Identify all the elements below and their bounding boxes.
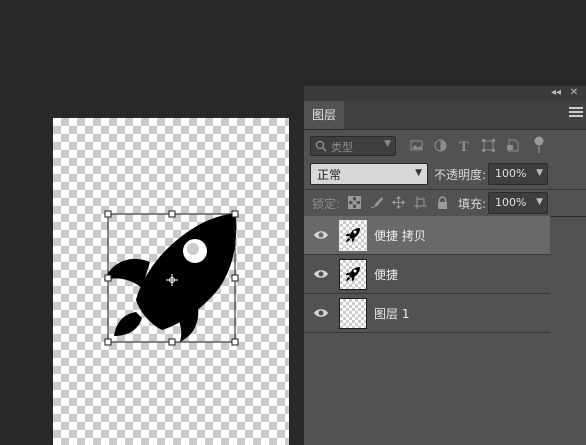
layer-row-bianjie[interactable]: 便捷 xyxy=(304,255,550,294)
type-filter-icon[interactable]: T xyxy=(458,139,471,152)
rocket-icon xyxy=(346,228,360,242)
layer-row-layer-1[interactable]: 图层 1 xyxy=(304,294,550,333)
panel-scroll-area[interactable] xyxy=(550,217,586,445)
lock-artboard-icon[interactable] xyxy=(414,196,427,209)
svg-text:T: T xyxy=(459,140,469,152)
fill-input[interactable]: 100% ▼ xyxy=(488,192,548,214)
rocket-left-fin-shape xyxy=(104,258,150,288)
lock-fill-row: 锁定: 填充: 100% ▼ xyxy=(304,191,586,215)
tab-layers[interactable]: 图层 xyxy=(304,101,344,129)
opacity-value: 100% xyxy=(495,167,527,180)
filter-kind-label: 类型 xyxy=(331,141,353,154)
lock-position-icon[interactable] xyxy=(392,196,405,209)
blend-opacity-row: 正常 ▼ 不透明度: 100% ▼ xyxy=(304,162,586,186)
rocket-flame-shape xyxy=(114,312,142,336)
panel-tab-bar: 图层 xyxy=(304,101,586,130)
layer-name[interactable]: 便捷 xyxy=(374,266,398,283)
search-icon xyxy=(315,140,327,152)
layer-thumbnail xyxy=(339,298,367,329)
rocket-icon xyxy=(346,267,360,281)
layers-list: 便捷 拷贝 便捷 图层 1 xyxy=(304,216,550,333)
opacity-label: 不透明度: xyxy=(434,168,487,182)
visibility-eye-icon[interactable] xyxy=(313,267,329,281)
visibility-eye-icon[interactable] xyxy=(313,228,329,242)
layer-thumbnail xyxy=(339,220,367,251)
lock-transparent-pixels-icon[interactable] xyxy=(348,196,361,209)
filter-kind-select[interactable]: 类型 ▼ xyxy=(310,136,396,156)
divider xyxy=(304,189,586,190)
close-panel-icon[interactable]: ✕ xyxy=(567,87,581,99)
smart-object-filter-icon[interactable] xyxy=(506,139,519,152)
visibility-eye-icon[interactable] xyxy=(313,306,329,320)
adjustment-filter-icon[interactable] xyxy=(434,139,447,152)
chevron-down-icon: ▼ xyxy=(415,168,422,178)
layer-name[interactable]: 便捷 拷贝 xyxy=(374,227,426,244)
layer-name[interactable]: 图层 1 xyxy=(374,305,409,322)
collapse-panel-icon[interactable]: ◂◂ xyxy=(549,87,563,99)
layer-row-bianjie-copy[interactable]: 便捷 拷贝 xyxy=(304,216,550,255)
filter-toggle-icon[interactable] xyxy=(534,136,544,154)
fill-value: 100% xyxy=(495,196,527,209)
chevron-down-icon: ▼ xyxy=(536,197,543,207)
lock-label: 锁定: xyxy=(312,197,341,211)
blend-mode-select[interactable]: 正常 ▼ xyxy=(310,163,428,185)
shape-filter-icon[interactable] xyxy=(482,139,495,152)
image-filter-icon[interactable] xyxy=(410,139,423,152)
layers-panel: ◂◂ ✕ 图层 类型 ▼ T 正常 ▼ 不透明度: 100% ▼ 锁定: 填充:… xyxy=(303,86,586,445)
panel-menu-icon[interactable] xyxy=(569,107,583,121)
lock-image-pixels-icon[interactable] xyxy=(370,196,383,209)
layer-thumbnail xyxy=(339,259,367,290)
blend-mode-value: 正常 xyxy=(317,168,342,182)
chevron-down-icon: ▼ xyxy=(536,168,543,178)
panel-title-bar: ◂◂ ✕ xyxy=(304,86,586,101)
lock-all-icon[interactable] xyxy=(436,196,449,209)
layer-filter-row: 类型 ▼ T xyxy=(304,130,586,160)
chevron-down-icon: ▼ xyxy=(384,139,391,149)
fill-label: 填充: xyxy=(458,197,487,211)
opacity-input[interactable]: 100% ▼ xyxy=(488,163,548,185)
